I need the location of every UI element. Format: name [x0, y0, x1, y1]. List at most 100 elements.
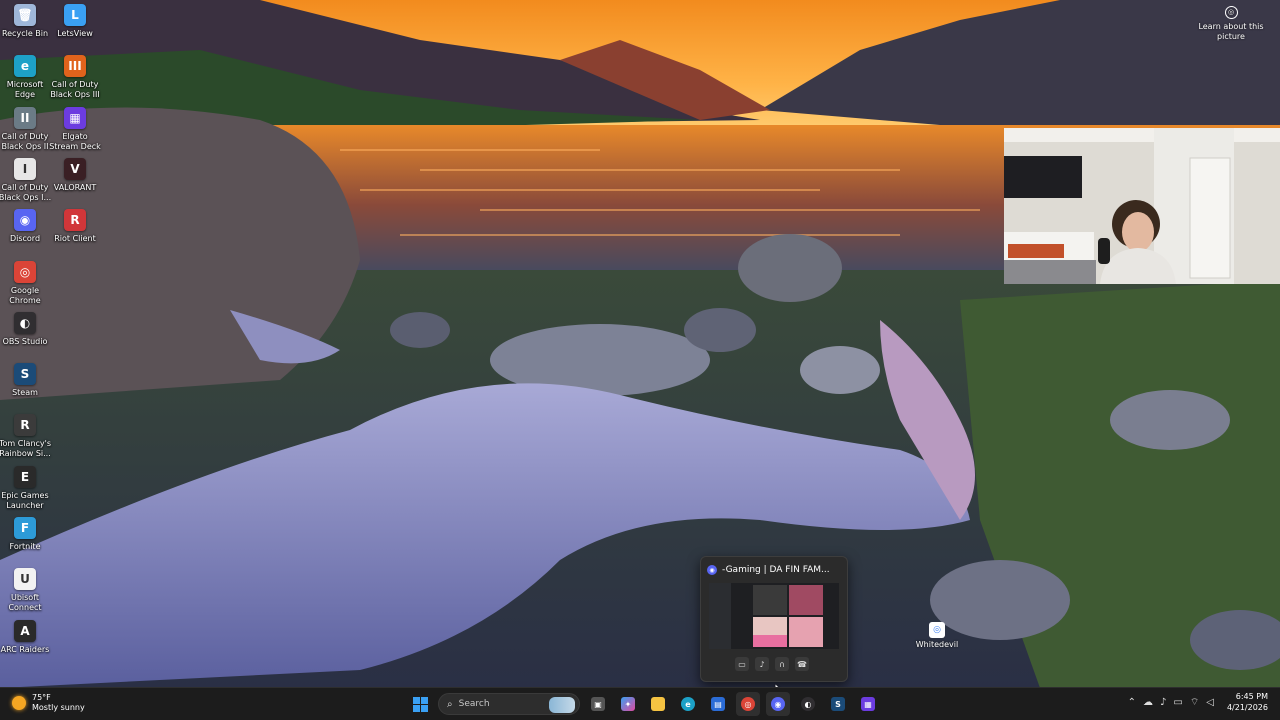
camera-icon: ◎	[1224, 6, 1238, 19]
taskbar-apps: ⌕ Search ▣ ✦ e ▤ ◎ ◉ ◐ S ▦	[408, 692, 880, 716]
obs-button[interactable]: ◐	[796, 692, 820, 716]
desktop-icon[interactable]: E Epic Games Launcher	[0, 465, 50, 511]
steam-icon: S	[831, 697, 845, 711]
weather-widget[interactable]: 75°F Mostly sunny	[12, 693, 85, 713]
wifi-icon[interactable]: ⌔	[1190, 696, 1199, 709]
search-placeholder: Search	[458, 699, 490, 709]
desktop-icon-whitedevil[interactable]: ◎ Whitedevil	[912, 622, 962, 649]
copilot-icon: ✦	[621, 697, 635, 711]
chevron-up-icon[interactable]: ⌃	[1128, 697, 1136, 708]
mic-icon[interactable]: ♪	[1160, 697, 1166, 708]
preview-thumbnail[interactable]	[709, 583, 839, 649]
desktop-icon[interactable]: e Microsoft Edge	[0, 55, 50, 100]
camera-icon[interactable]: ▭	[735, 657, 749, 671]
chrome-button[interactable]: ◎	[736, 692, 760, 716]
valorant-icon: V	[64, 157, 86, 180]
preview-title-text: -Gaming | DA FIN FAM...	[722, 565, 830, 575]
cod-bo1-icon: I	[14, 157, 36, 180]
desktop-icon[interactable]: U Ubisoft Connect	[0, 568, 50, 613]
chrome-shortcut-icon: ◎	[929, 622, 945, 638]
search-icon: ⌕	[447, 698, 453, 710]
preview-title: ◉ -Gaming | DA FIN FAM...	[707, 563, 841, 577]
edge-button[interactable]: e	[676, 692, 700, 716]
onedrive-icon[interactable]: ☁	[1143, 697, 1153, 708]
preview-controls: ▭ ♪ ∩ ☎	[735, 657, 809, 671]
task-view-button[interactable]: ▣	[586, 692, 610, 716]
letsview-icon: L	[64, 4, 86, 26]
desktop-icon[interactable]: II Call of Duty Black Ops II	[0, 106, 50, 152]
desktop-icon-label: OBS Studio	[2, 336, 48, 346]
steam-button[interactable]: S	[826, 692, 850, 716]
store-button[interactable]: ▤	[706, 692, 730, 716]
desktop-icon-label: Recycle Bin	[1, 29, 49, 38]
desktop-icon[interactable]: S Steam	[0, 363, 50, 398]
epic-games-icon: E	[14, 465, 36, 488]
desktop-icon[interactable]: R Riot Client	[50, 209, 100, 244]
desktop-icon-label: Discord	[9, 234, 41, 244]
clock-date: 4/21/2026	[1226, 703, 1268, 712]
desktop-icon[interactable]: V VALORANT	[50, 157, 100, 193]
discord-window-preview[interactable]: ◉ -Gaming | DA FIN FAM... ▭ ♪ ∩ ☎	[700, 556, 848, 682]
display-icon[interactable]: ▭	[1173, 697, 1182, 708]
mic-icon[interactable]: ♪	[755, 657, 769, 671]
weather-desc: Mostly sunny	[32, 703, 85, 712]
learn-about-picture-label: Learn about this picture	[1198, 22, 1264, 41]
desktop-icon-label: Call of Duty Black Ops I...	[0, 182, 52, 202]
system-tray: ⌃ ☁ ♪ ▭ ⌔ ◁ 6:45 PM 4/21/2026	[1128, 691, 1280, 713]
desktop-icon[interactable]: L LetsView	[50, 4, 100, 39]
edge-icon: e	[681, 697, 695, 711]
desktop-icon-label: Call of Duty Black Ops II	[1, 131, 49, 151]
desktop-icon[interactable]: I Call of Duty Black Ops I...	[0, 157, 52, 203]
desktop-icon-label: Tom Clancy's Rainbow Si...	[0, 439, 52, 459]
desktop-icon[interactable]: A ARC Raiders	[0, 619, 50, 655]
desktop-icon-label: VALORANT	[53, 182, 97, 192]
clock-time: 6:45 PM	[1235, 692, 1268, 701]
copilot-button[interactable]: ✦	[616, 692, 640, 716]
desktop-icon-label: Google Chrome	[9, 285, 41, 305]
discord-icon: ◉	[707, 565, 717, 575]
desktop-icon-label: Ubisoft Connect	[8, 593, 42, 613]
cod-bo3-icon: III	[64, 55, 86, 78]
disconnect-icon[interactable]: ☎	[795, 657, 809, 671]
desktop-icon-label: Fortnite	[9, 542, 41, 551]
volume-icon[interactable]: ◁	[1206, 697, 1214, 708]
obs-icon: ◐	[801, 697, 815, 711]
edge-icon: e	[14, 55, 36, 78]
search-box[interactable]: ⌕ Search	[438, 693, 580, 715]
cod-bo2-icon: II	[14, 106, 36, 129]
chrome-icon: ◎	[741, 697, 755, 711]
discord-button[interactable]: ◉	[766, 692, 790, 716]
desktop-icon-label: LetsView	[57, 29, 93, 38]
desktop-icon[interactable]: ▦ Elgato Stream Deck	[49, 106, 101, 152]
desktop-icon[interactable]: ◎ Google Chrome	[0, 260, 50, 306]
desktop-icon[interactable]: III Call of Duty Black Ops III	[50, 55, 100, 100]
stream-deck-button[interactable]: ▦	[856, 692, 880, 716]
chrome-icon: ◎	[14, 260, 36, 283]
rainbow-six-icon: R	[14, 414, 36, 437]
desktop-wallpaper	[0, 0, 1280, 688]
learn-about-picture-button[interactable]: ◎ Learn about this picture	[1196, 6, 1266, 42]
start-button[interactable]	[408, 692, 432, 716]
discord-icon: ◉	[771, 697, 785, 711]
stream-deck-icon: ▦	[861, 697, 875, 711]
desktop-icon[interactable]: ◉ Discord	[0, 209, 50, 244]
fortnite-icon: F	[14, 517, 36, 539]
desktop-icon[interactable]: 🗑 Recycle Bin	[0, 4, 50, 39]
clock[interactable]: 6:45 PM 4/21/2026	[1227, 691, 1268, 713]
search-highlight-icon	[549, 697, 575, 713]
headphones-icon[interactable]: ∩	[775, 657, 789, 671]
desktop-icon[interactable]: R Tom Clancy's Rainbow Si...	[0, 414, 52, 459]
store-icon: ▤	[711, 697, 725, 711]
file-explorer-button[interactable]	[646, 692, 670, 716]
desktop-icon-label: Steam	[12, 388, 38, 398]
desktop-icon[interactable]: F Fortnite	[0, 517, 50, 552]
folder-icon	[651, 697, 665, 711]
desktop-icon-label: Microsoft Edge	[6, 80, 44, 100]
windows-icon	[412, 696, 428, 712]
desktop-icon-label: Whitedevil	[915, 640, 959, 649]
stream-deck-icon: ▦	[64, 106, 86, 129]
ubisoft-icon: U	[14, 568, 36, 591]
obs-icon: ◐	[14, 311, 36, 334]
desktop-icon[interactable]: ◐ OBS Studio	[0, 311, 50, 347]
sun-icon	[12, 696, 26, 710]
